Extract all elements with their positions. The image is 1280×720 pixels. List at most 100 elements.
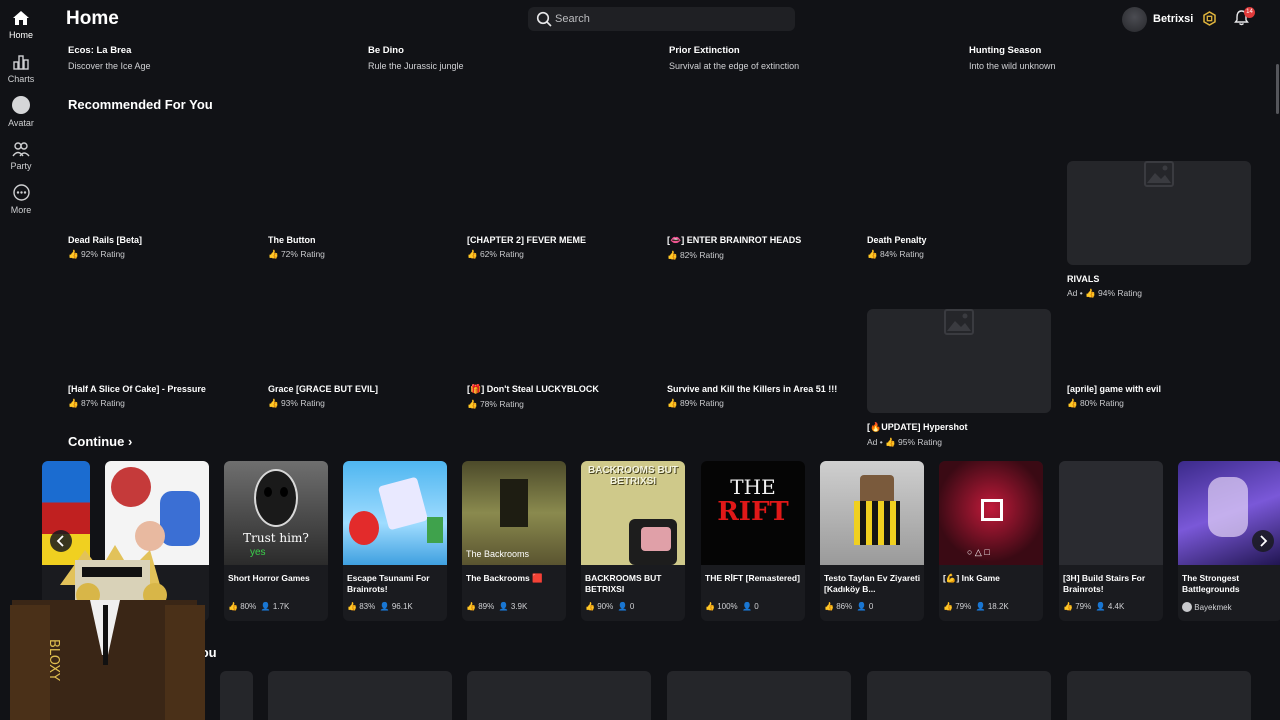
game-title: [💪] Ink Game [943, 573, 1000, 583]
nav-item-avatar[interactable]: Avatar [0, 96, 42, 128]
game-thumbnail-placeholder[interactable] [1067, 671, 1251, 720]
game-title: Grace [GRACE BUT EVIL] [268, 384, 379, 394]
image-placeholder-icon [944, 309, 974, 335]
nav-item-home[interactable]: Home [0, 10, 42, 40]
game-rating: 👍 89% Rating [667, 398, 724, 408]
featured-title: Be Dino [368, 45, 404, 56]
game-card[interactable]: [Half A Slice Of Cake] - Pressure 👍 87% … [68, 384, 253, 409]
game-rating: 👍 87% Rating [68, 398, 125, 408]
continue-card[interactable]: THE RIFT THE RİFT [Remastered] 👍 100% 👤 … [701, 461, 805, 621]
game-thumbnail-placeholder[interactable] [467, 671, 651, 720]
continue-card[interactable]: Testo Taylan Ev Ziyareti [Kadıköy B... 👍… [820, 461, 924, 621]
game-title: Testo Taylan Ev Ziyareti [Kadıköy B... [824, 573, 921, 594]
game-card[interactable]: [🔥UPDATE] Hypershot Ad • 👍 95% Rating [867, 271, 1052, 448]
game-thumbnail-placeholder [1067, 161, 1251, 265]
game-card[interactable]: [🎁] Don't Steal LUCKYBLOCK 👍 78% Rating [467, 384, 652, 410]
username[interactable]: Betrixsi [1153, 13, 1193, 25]
featured-item[interactable]: Ecos: La Brea Discover the Ice Age [68, 45, 328, 71]
game-card[interactable]: Dead Rails [Beta] 👍 92% Rating [68, 235, 253, 260]
game-thumbnail-placeholder[interactable] [268, 671, 452, 720]
game-rating: 👍 78% Rating [467, 399, 524, 409]
nav-label: Home [8, 30, 33, 40]
nav-label: Party [10, 161, 32, 171]
thumbnail-caption: The Backrooms [466, 549, 530, 559]
game-card[interactable]: The Button 👍 72% Rating [268, 235, 453, 260]
game-thumbnail: The Backrooms [462, 461, 566, 565]
continue-card[interactable]: Escape Tsunami For Brainrots! 👍 83% 👤 96… [343, 461, 447, 621]
more-icon [12, 184, 30, 201]
game-card[interactable]: Grace [GRACE BUT EVIL] 👍 93% Rating [268, 384, 453, 409]
featured-item[interactable]: Hunting Season Into the wild unknown [969, 45, 1229, 71]
game-card[interactable]: [CHAPTER 2] FEVER MEME 👍 62% Rating [467, 235, 652, 260]
search-input[interactable] [555, 10, 785, 28]
featured-item[interactable]: Prior Extinction Survival at the edge of… [669, 45, 929, 71]
game-rating: 👍 92% Rating [68, 249, 125, 259]
thumbnail-caption: BACKROOMS BUT BETRIXSI [588, 465, 678, 487]
game-thumbnail-placeholder[interactable] [220, 671, 253, 720]
continue-card[interactable]: ○ △ □ [💪] Ink Game 👍 79% 👤 18.2K [939, 461, 1043, 621]
game-card[interactable]: [aprile] game with evil 👍 80% Rating [1067, 384, 1252, 409]
game-title: Death Penalty [867, 235, 927, 245]
game-title: [3H] Build Stairs For Brainrots! [1063, 573, 1146, 594]
game-stats: 👍 80% 👤 1.7K [228, 602, 290, 611]
scroll-right-button[interactable] [1252, 530, 1274, 552]
featured-subtitle: Rule the Jurassic jungle [368, 61, 464, 71]
featured-item[interactable]: Be Dino Rule the Jurassic jungle [368, 45, 628, 71]
charts-icon [13, 55, 29, 70]
search-icon [536, 11, 552, 27]
section-title-recommended[interactable]: Recommended For You [68, 97, 213, 112]
user-avatar[interactable] [1122, 7, 1147, 32]
continue-card[interactable]: BACKROOMS BUT BETRIXSI BACKROOMS BUT BET… [581, 461, 685, 621]
game-title: RIVALS [1067, 274, 1100, 284]
featured-subtitle: Into the wild unknown [969, 61, 1056, 71]
game-card[interactable]: Survive and Kill the Killers in Area 51 … [667, 384, 852, 409]
section-title-continue[interactable]: Continue › [68, 434, 132, 449]
game-rating: 👍 62% Rating [467, 249, 524, 259]
game-title: THE RİFT [Remastered] [705, 573, 800, 583]
game-rating: 👍 72% Rating [268, 249, 325, 259]
game-rating: 👍 82% Rating [667, 250, 724, 260]
nav-label: Avatar [8, 118, 34, 128]
continue-card[interactable]: The Backrooms The Backrooms 🟥 👍 89% 👤 3.… [462, 461, 566, 621]
game-thumbnail [343, 461, 447, 565]
featured-title: Ecos: La Brea [68, 45, 132, 56]
notification-badge: 14 [1244, 7, 1255, 18]
chevron-right-icon [1260, 535, 1268, 547]
game-thumbnail-placeholder[interactable] [667, 671, 851, 720]
game-card[interactable]: Death Penalty 👍 84% Rating [867, 235, 1052, 260]
game-title: Short Horror Games [228, 573, 310, 583]
game-title: The Strongest Battlegrounds [1182, 573, 1240, 594]
game-title: [🔥UPDATE] Hypershot [867, 422, 968, 432]
game-stats: 👍 89% 👤 3.9K [466, 602, 528, 611]
game-thumbnail: ○ △ □ [939, 461, 1043, 565]
nav-item-charts[interactable]: Charts [0, 54, 42, 84]
game-thumbnail-placeholder [867, 309, 1051, 413]
game-card[interactable]: [👄] ENTER BRAINROT HEADS 👍 82% Rating [667, 235, 852, 261]
overlay-avatar-figure: BLOXY [10, 545, 205, 720]
nav-item-party[interactable]: Party [0, 141, 42, 171]
game-rating: 👍 80% Rating [1067, 398, 1124, 408]
page-scrollbar[interactable] [1276, 64, 1279, 114]
nav-item-more[interactable]: More [0, 184, 42, 215]
game-stats: 👍 83% 👤 96.1K [347, 602, 413, 611]
thumbnail-caption: yes [250, 547, 266, 558]
continue-card[interactable]: Trust him? yes Short Horror Games 👍 80% … [224, 461, 328, 621]
creator-avatar-icon [1182, 602, 1192, 612]
game-stats: 👍 100% 👤 0 [705, 602, 759, 611]
game-thumbnail [820, 461, 924, 565]
game-stats: 👍 79% 👤 18.2K [943, 602, 1009, 611]
game-title: Dead Rails [Beta] [68, 235, 143, 245]
featured-title: Prior Extinction [669, 45, 740, 56]
game-title: BACKROOMS BUT BETRIXSI [585, 573, 662, 594]
game-stats: 👍 79% 👤 4.4K [1063, 602, 1125, 611]
game-card[interactable]: RIVALS Ad • 👍 94% Rating [1067, 123, 1252, 299]
game-thumbnail-placeholder[interactable] [867, 671, 1051, 720]
continue-card[interactable]: [3H] Build Stairs For Brainrots! 👍 79% 👤… [1059, 461, 1163, 621]
game-rating: Ad • 👍 94% Rating [1067, 288, 1142, 298]
game-thumbnail-placeholder [1059, 461, 1163, 565]
game-title: [Half A Slice Of Cake] - Pressure [68, 384, 206, 394]
ad-tag: Ad • [1067, 288, 1083, 298]
game-title: The Button [268, 235, 316, 245]
search-bar[interactable] [528, 7, 795, 31]
robux-icon[interactable] [1202, 11, 1217, 26]
